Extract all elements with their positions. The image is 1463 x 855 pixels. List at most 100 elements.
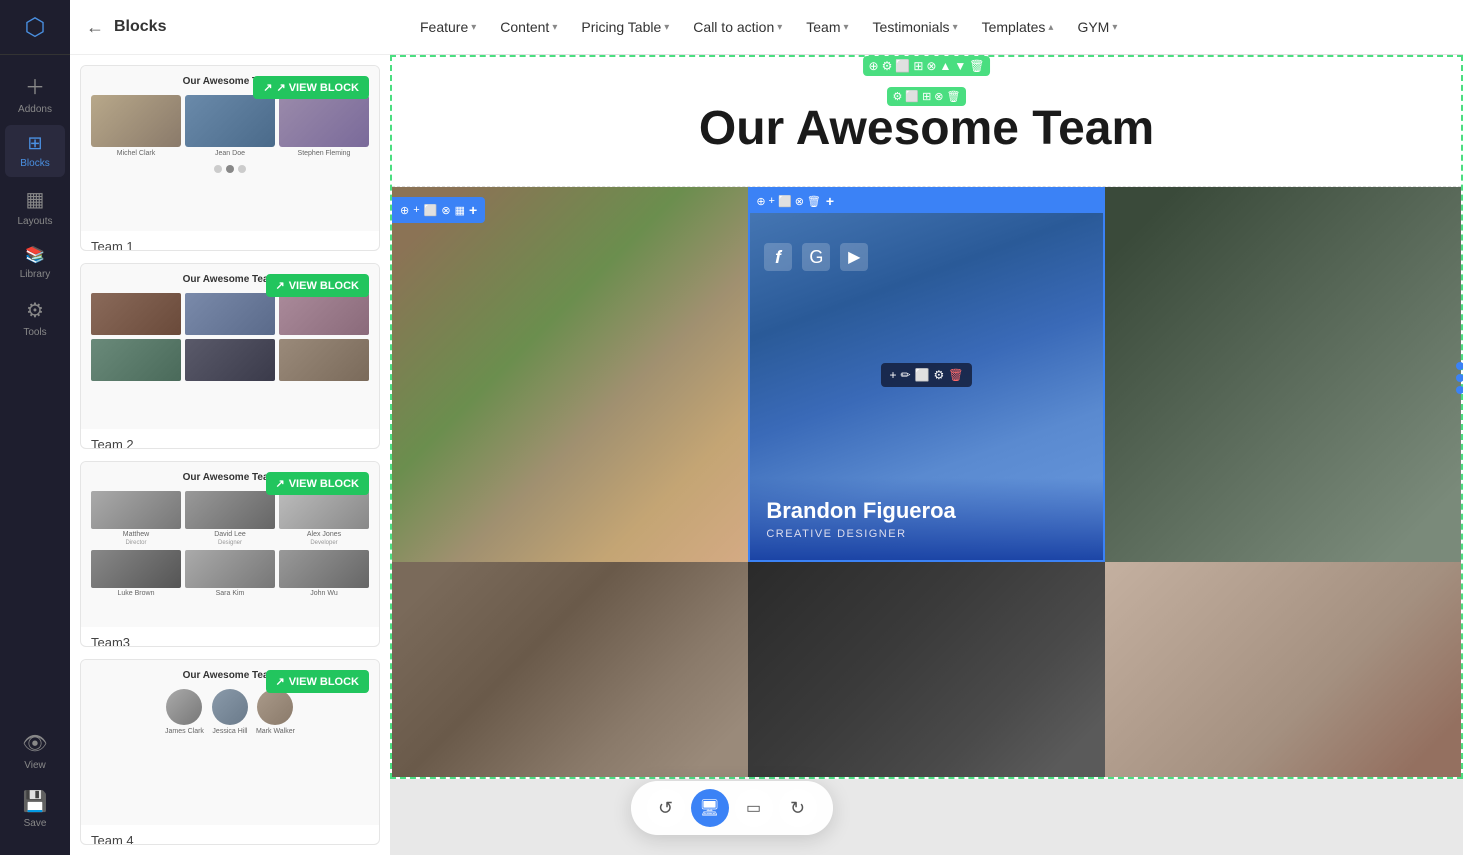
card-add2-icon[interactable]: + xyxy=(826,193,834,209)
nav-content[interactable]: Content ▾ xyxy=(490,13,567,41)
back-button[interactable]: ← xyxy=(86,17,104,38)
undo-button[interactable]: ↺ xyxy=(647,789,685,827)
block-label: Team 4 xyxy=(81,825,379,845)
card-role: CREATIVE DESIGNER xyxy=(766,528,1086,540)
sidebar-item-blocks[interactable]: ⊞ Blocks xyxy=(5,125,65,177)
blocks-list: ↗ ↗ VIEW BLOCK Our Awesome Team Michel C… xyxy=(70,55,390,855)
block-label: Team 1 xyxy=(81,231,379,251)
sidebar-item-label: Addons xyxy=(18,104,52,115)
nav-testimonials[interactable]: Testimonials ▾ xyxy=(863,13,968,41)
app-logo: ⬡ xyxy=(25,13,46,42)
card-settings2-icon[interactable]: ⚙ xyxy=(934,368,945,382)
blocks-panel-title: Blocks xyxy=(114,18,166,36)
block-item-team4[interactable]: ↗ VIEW BLOCK Our Awesome Team James Clar… xyxy=(80,659,380,845)
left-sidebar: ⬡ ＋ Addons ⊞ Blocks ▦ Layouts 📚 Library … xyxy=(0,0,70,855)
title-grid-icon[interactable]: ⊞ xyxy=(922,90,931,103)
add-row-plus-icon[interactable]: + xyxy=(413,204,419,216)
section-down-icon[interactable]: ▼ xyxy=(954,59,966,73)
chevron-down-icon: ▾ xyxy=(1112,22,1117,33)
title-link-icon[interactable]: ⊗ xyxy=(934,90,943,103)
card-name: Brandon Figueroa xyxy=(766,498,1086,524)
blocks-icon: ⊞ xyxy=(27,133,42,154)
facebook-icon[interactable]: 𝒇 xyxy=(764,243,792,271)
nav-cta[interactable]: Call to action ▾ xyxy=(683,13,792,41)
view-block-button[interactable]: ↗ VIEW BLOCK xyxy=(266,472,370,495)
add-row-add-icon[interactable]: + xyxy=(469,202,477,218)
nav-templates[interactable]: Templates ▴ xyxy=(972,13,1064,41)
addons-icon: ＋ xyxy=(25,71,45,100)
sidebar-item-addons[interactable]: ＋ Addons xyxy=(5,63,65,123)
chevron-down-icon: ▾ xyxy=(953,22,958,33)
sidebar-item-view[interactable]: 👁 View xyxy=(5,723,65,779)
view-icon: 👁 xyxy=(22,731,47,756)
block-item-team1[interactable]: ↗ ↗ VIEW BLOCK Our Awesome Team Michel C… xyxy=(80,65,380,251)
nav-gym-label: GYM xyxy=(1077,19,1109,35)
section-settings-icon[interactable]: ⚙ xyxy=(882,59,893,73)
team-card-brandon: ⊕ + ⬜ ⊗ 🗑 + 𝒇 G ▶ xyxy=(748,187,1104,562)
team-card-5 xyxy=(748,562,1104,777)
sidebar-item-label: Tools xyxy=(23,327,46,338)
card-duplicate-icon[interactable]: ⬜ xyxy=(915,368,930,382)
add-row-settings-icon[interactable]: ⊕ xyxy=(400,204,409,217)
redo-button[interactable]: ↻ xyxy=(779,789,817,827)
section-delete-icon[interactable]: 🗑 xyxy=(969,59,984,73)
top-nav: Feature ▾ Content ▾ Pricing Table ▾ Call… xyxy=(390,0,1463,55)
nav-testimonials-label: Testimonials xyxy=(873,19,950,35)
nav-team-label: Team xyxy=(806,19,840,35)
chevron-down-icon: ▾ xyxy=(664,22,669,33)
card-edit-plus-icon[interactable]: + xyxy=(889,368,896,382)
library-icon: 📚 xyxy=(25,245,45,265)
section-copy-icon[interactable]: ⬜ xyxy=(895,59,910,73)
youtube-icon[interactable]: ▶ xyxy=(840,243,868,271)
sidebar-item-library[interactable]: 📚 Library xyxy=(5,237,65,288)
team-card-6 xyxy=(1105,562,1461,777)
team-card-4 xyxy=(392,562,748,777)
title-settings-icon[interactable]: ⚙ xyxy=(893,90,903,103)
layouts-icon: ▦ xyxy=(26,187,45,212)
title-copy-icon[interactable]: ⬜ xyxy=(905,90,919,103)
sidebar-item-label: Library xyxy=(20,269,51,280)
desktop-view-button[interactable]: 🖥 xyxy=(691,789,729,827)
nav-pricing[interactable]: Pricing Table ▾ xyxy=(571,13,679,41)
sidebar-item-layouts[interactable]: ▦ Layouts xyxy=(5,179,65,235)
blocks-panel: ← Blocks ↗ ↗ VIEW BLOCK Our Awesome Team xyxy=(70,0,390,855)
nav-feature[interactable]: Feature ▾ xyxy=(410,13,486,41)
block-item-team3[interactable]: ↗ VIEW BLOCK Our Awesome Team Matthew Di… xyxy=(80,461,380,647)
section-up-icon[interactable]: ▲ xyxy=(939,59,951,73)
google-icon[interactable]: G xyxy=(802,243,830,271)
card-settings-icon[interactable]: ⊕ xyxy=(756,195,765,208)
add-row-grid-icon[interactable]: ▦ xyxy=(455,204,465,217)
view-block-button[interactable]: ↗ VIEW BLOCK xyxy=(266,274,370,297)
block-item-team2[interactable]: ↗ VIEW BLOCK Our Awesome Team xyxy=(80,263,380,449)
card-edit-icon[interactable]: ✏ xyxy=(900,368,910,382)
team-card-3 xyxy=(1105,187,1461,562)
section-grid-icon[interactable]: ⊞ xyxy=(913,59,923,73)
card-link-icon[interactable]: ⊗ xyxy=(795,195,804,208)
chevron-down-icon: ▾ xyxy=(844,22,849,33)
card-delete-icon[interactable]: 🗑 xyxy=(807,195,821,208)
sidebar-item-label: Save xyxy=(24,818,47,829)
nav-gym[interactable]: GYM ▾ xyxy=(1067,13,1127,41)
team-card-1 xyxy=(392,187,748,562)
view-block-button[interactable]: ↗ ↗ VIEW BLOCK xyxy=(253,76,369,99)
add-row-copy-icon[interactable]: ⬜ xyxy=(424,204,438,217)
chevron-down-icon: ▾ xyxy=(471,22,476,33)
section-link-icon[interactable]: ⊗ xyxy=(926,59,936,73)
sidebar-item-tools[interactable]: ⚙ Tools xyxy=(5,290,65,346)
chevron-down-icon: ▾ xyxy=(777,22,782,33)
tools-icon: ⚙ xyxy=(26,298,44,323)
chevron-down-icon: ▴ xyxy=(1048,22,1053,33)
sidebar-item-label: Layouts xyxy=(17,216,52,227)
card-trash-icon[interactable]: 🗑 xyxy=(948,368,963,382)
nav-cta-label: Call to action xyxy=(693,19,774,35)
card-add-icon[interactable]: + xyxy=(769,195,775,207)
add-row-link-icon[interactable]: ⊗ xyxy=(441,204,450,217)
card-copy-icon[interactable]: ⬜ xyxy=(778,195,792,208)
nav-team[interactable]: Team ▾ xyxy=(796,13,858,41)
tablet-view-button[interactable]: ▭ xyxy=(735,789,773,827)
section-move-icon[interactable]: ⊕ xyxy=(869,59,879,73)
block-label: Team3 xyxy=(81,627,379,647)
title-delete-icon[interactable]: 🗑 xyxy=(947,90,961,103)
sidebar-item-save[interactable]: 💾 Save xyxy=(5,781,65,837)
view-block-button[interactable]: ↗ VIEW BLOCK xyxy=(266,670,370,693)
